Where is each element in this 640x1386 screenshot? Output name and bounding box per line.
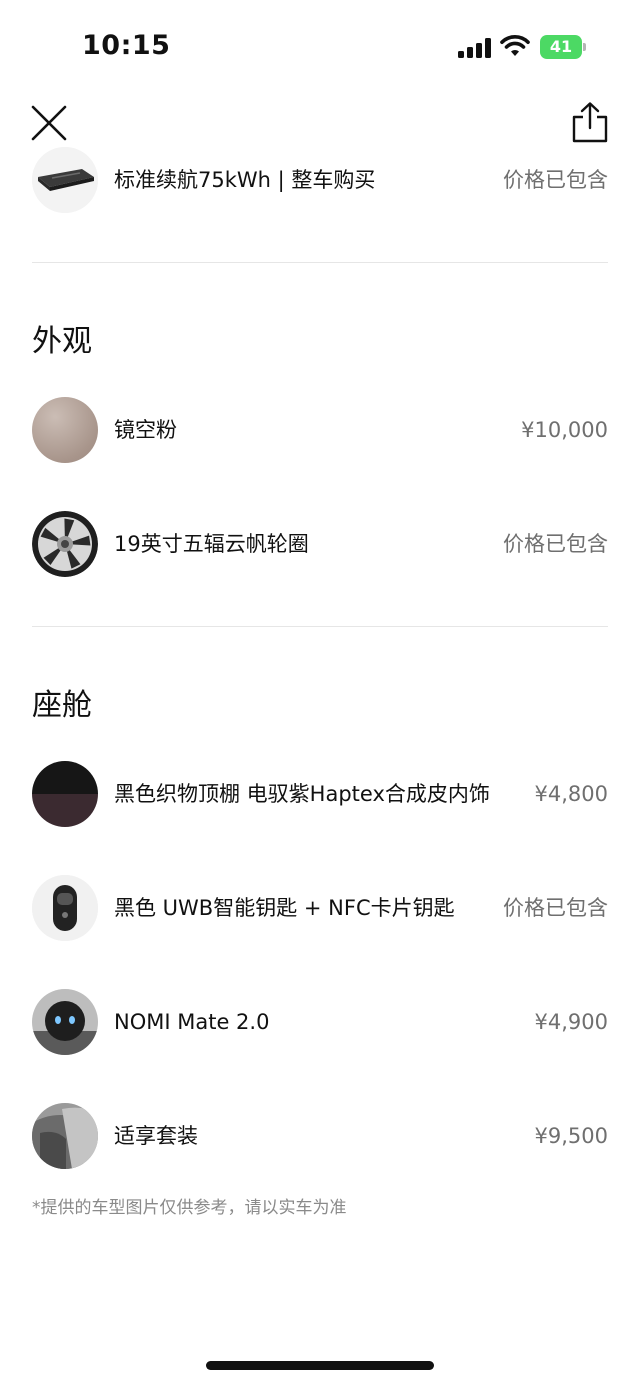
- wifi-icon: [500, 35, 530, 56]
- share-icon[interactable]: [568, 100, 612, 144]
- paint-price: ¥10,000: [521, 418, 608, 442]
- cabin-item-comfort-package[interactable]: 适享套装 ¥9,500: [32, 1103, 608, 1171]
- battery-option-row[interactable]: 标准续航75kWh | 整车购买 价格已包含: [32, 147, 608, 215]
- section-title-exterior: 外观: [32, 324, 92, 359]
- status-bar: 10:15 41: [0, 0, 640, 90]
- wheels-label: 19英寸五辐云帆轮圈: [114, 532, 309, 556]
- smart-key-image: [32, 875, 98, 941]
- close-icon[interactable]: [28, 102, 70, 144]
- wheels-price: 价格已包含: [503, 532, 608, 556]
- cabin-item-nomi[interactable]: NOMI Mate 2.0 ¥4,900: [32, 989, 608, 1057]
- exterior-item-paint[interactable]: 镜空粉 ¥10,000: [32, 397, 608, 465]
- paint-swatch: [32, 397, 98, 463]
- home-indicator[interactable]: [206, 1361, 434, 1370]
- wheel-image: [32, 511, 98, 577]
- battery-option-label: 标准续航75kWh | 整车购买: [114, 168, 376, 192]
- nomi-price: ¥4,900: [534, 1010, 608, 1034]
- divider: [32, 262, 608, 263]
- battery-pack-image: [32, 147, 98, 213]
- battery-level: 41: [540, 35, 582, 59]
- paint-label: 镜空粉: [114, 418, 177, 442]
- section-title-cabin: 座舱: [32, 688, 92, 723]
- battery-option-price: 价格已包含: [503, 168, 608, 192]
- comfort-package-image: [32, 1103, 98, 1169]
- comfort-package-label: 适享套装: [114, 1124, 198, 1148]
- status-time: 10:15: [82, 30, 171, 61]
- cellular-signal-icon: [458, 38, 492, 58]
- cabin-item-interior[interactable]: 黑色织物顶棚 电驭紫Haptex合成皮内饰 ¥4,800: [32, 761, 608, 829]
- nomi-mate-image: [32, 989, 98, 1055]
- nomi-label: NOMI Mate 2.0: [114, 1010, 270, 1034]
- battery-icon: 41: [540, 35, 586, 59]
- divider: [32, 626, 608, 627]
- cabin-item-key[interactable]: 黑色 UWB智能钥匙 + NFC卡片钥匙 价格已包含: [32, 875, 608, 943]
- interior-price: ¥4,800: [534, 782, 608, 806]
- order-config-page: 10:15 41 标准续航75kWh | 整车购买 价格已包含 外观 镜空粉 ¥…: [0, 0, 640, 1386]
- exterior-item-wheels[interactable]: 19英寸五辐云帆轮圈 价格已包含: [32, 511, 608, 579]
- disclaimer-note: *提供的车型图片仅供参考，请以实车为准: [32, 1198, 347, 1218]
- key-label: 黑色 UWB智能钥匙 + NFC卡片钥匙: [114, 896, 455, 920]
- interior-label: 黑色织物顶棚 电驭紫Haptex合成皮内饰: [114, 782, 490, 806]
- key-price: 价格已包含: [503, 896, 608, 920]
- interior-trim-swatch: [32, 761, 98, 827]
- comfort-package-price: ¥9,500: [534, 1124, 608, 1148]
